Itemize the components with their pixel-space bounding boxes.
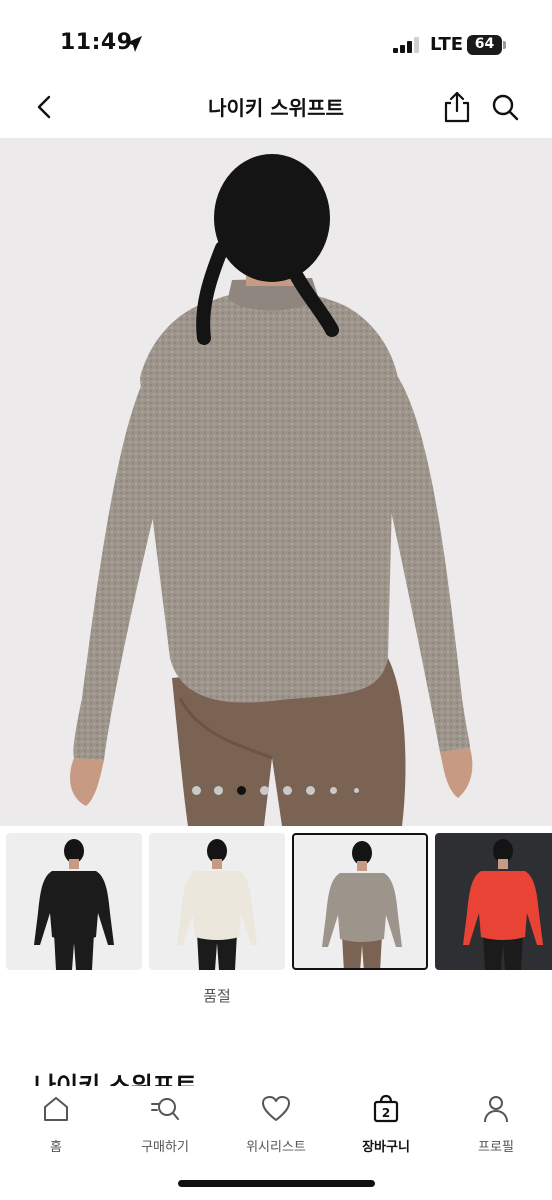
color-thumbnail-red[interactable] [435,833,552,970]
gallery-dot[interactable] [282,785,292,795]
home-indicator [178,1180,375,1187]
battery-cap [503,41,506,49]
tab-label: 홈 [50,1140,62,1155]
battery-level: 64 [474,36,495,52]
tab-label: 장바구니 [362,1140,410,1155]
thumbnail-photo [177,839,257,970]
gallery-dot[interactable] [236,785,246,795]
share-icon[interactable] [441,90,473,124]
gallery-dot[interactable] [259,785,269,795]
shop-search-icon [151,1098,179,1120]
thumbnail-photo [463,839,543,970]
color-thumbnail-heather-grey[interactable] [292,833,428,970]
tab-label: 위시리스트 [246,1140,306,1155]
tab-shop[interactable]: 구매하기 [115,1094,215,1164]
color-thumbnail-sail[interactable] [149,833,285,970]
soldout-label: 품절 [203,987,231,1005]
product-image-gallery[interactable] [0,138,552,826]
tab-profile[interactable]: 프로필 [446,1094,546,1164]
tab-cart[interactable]: 2 장바구니 [336,1094,436,1164]
heart-icon [262,1096,290,1121]
color-thumbnail-strip [0,832,552,972]
location-arrow-icon [126,36,142,52]
top-nav-bar: 나이키 스위프트 [0,80,552,136]
tab-wishlist[interactable]: 위시리스트 [226,1094,326,1164]
gallery-pagination [0,783,552,797]
gallery-dot[interactable] [329,786,337,794]
color-thumbnail-black[interactable] [6,833,142,970]
network-type: LTE [430,34,464,55]
status-bar: 11:49 LTE 64 [0,0,552,88]
tab-label: 프로필 [478,1140,514,1155]
thumbnail-photo [34,839,114,970]
search-icon[interactable] [490,92,520,122]
back-chevron-icon[interactable] [30,92,60,122]
gallery-dot[interactable] [191,785,201,795]
bag-icon: 2 [373,1094,399,1123]
gallery-dot[interactable] [213,785,223,795]
status-time: 11:49 [60,30,133,55]
product-detail-screen: 11:49 LTE 64 나이키 스위프트 품절 홈 구매하기 위시리스트 2 … [0,0,552,1200]
battery-indicator: 64 [467,35,507,55]
thumbnail-photo [322,841,402,968]
person-icon [484,1096,508,1123]
product-photo [70,154,473,826]
cellular-signal-icon [393,37,419,53]
home-icon [44,1097,68,1121]
tab-label: 구매하기 [141,1140,189,1155]
cart-badge: 2 [382,1106,390,1120]
gallery-dot[interactable] [353,787,359,793]
tab-home[interactable]: 홈 [6,1094,106,1164]
gallery-dot[interactable] [305,785,315,795]
